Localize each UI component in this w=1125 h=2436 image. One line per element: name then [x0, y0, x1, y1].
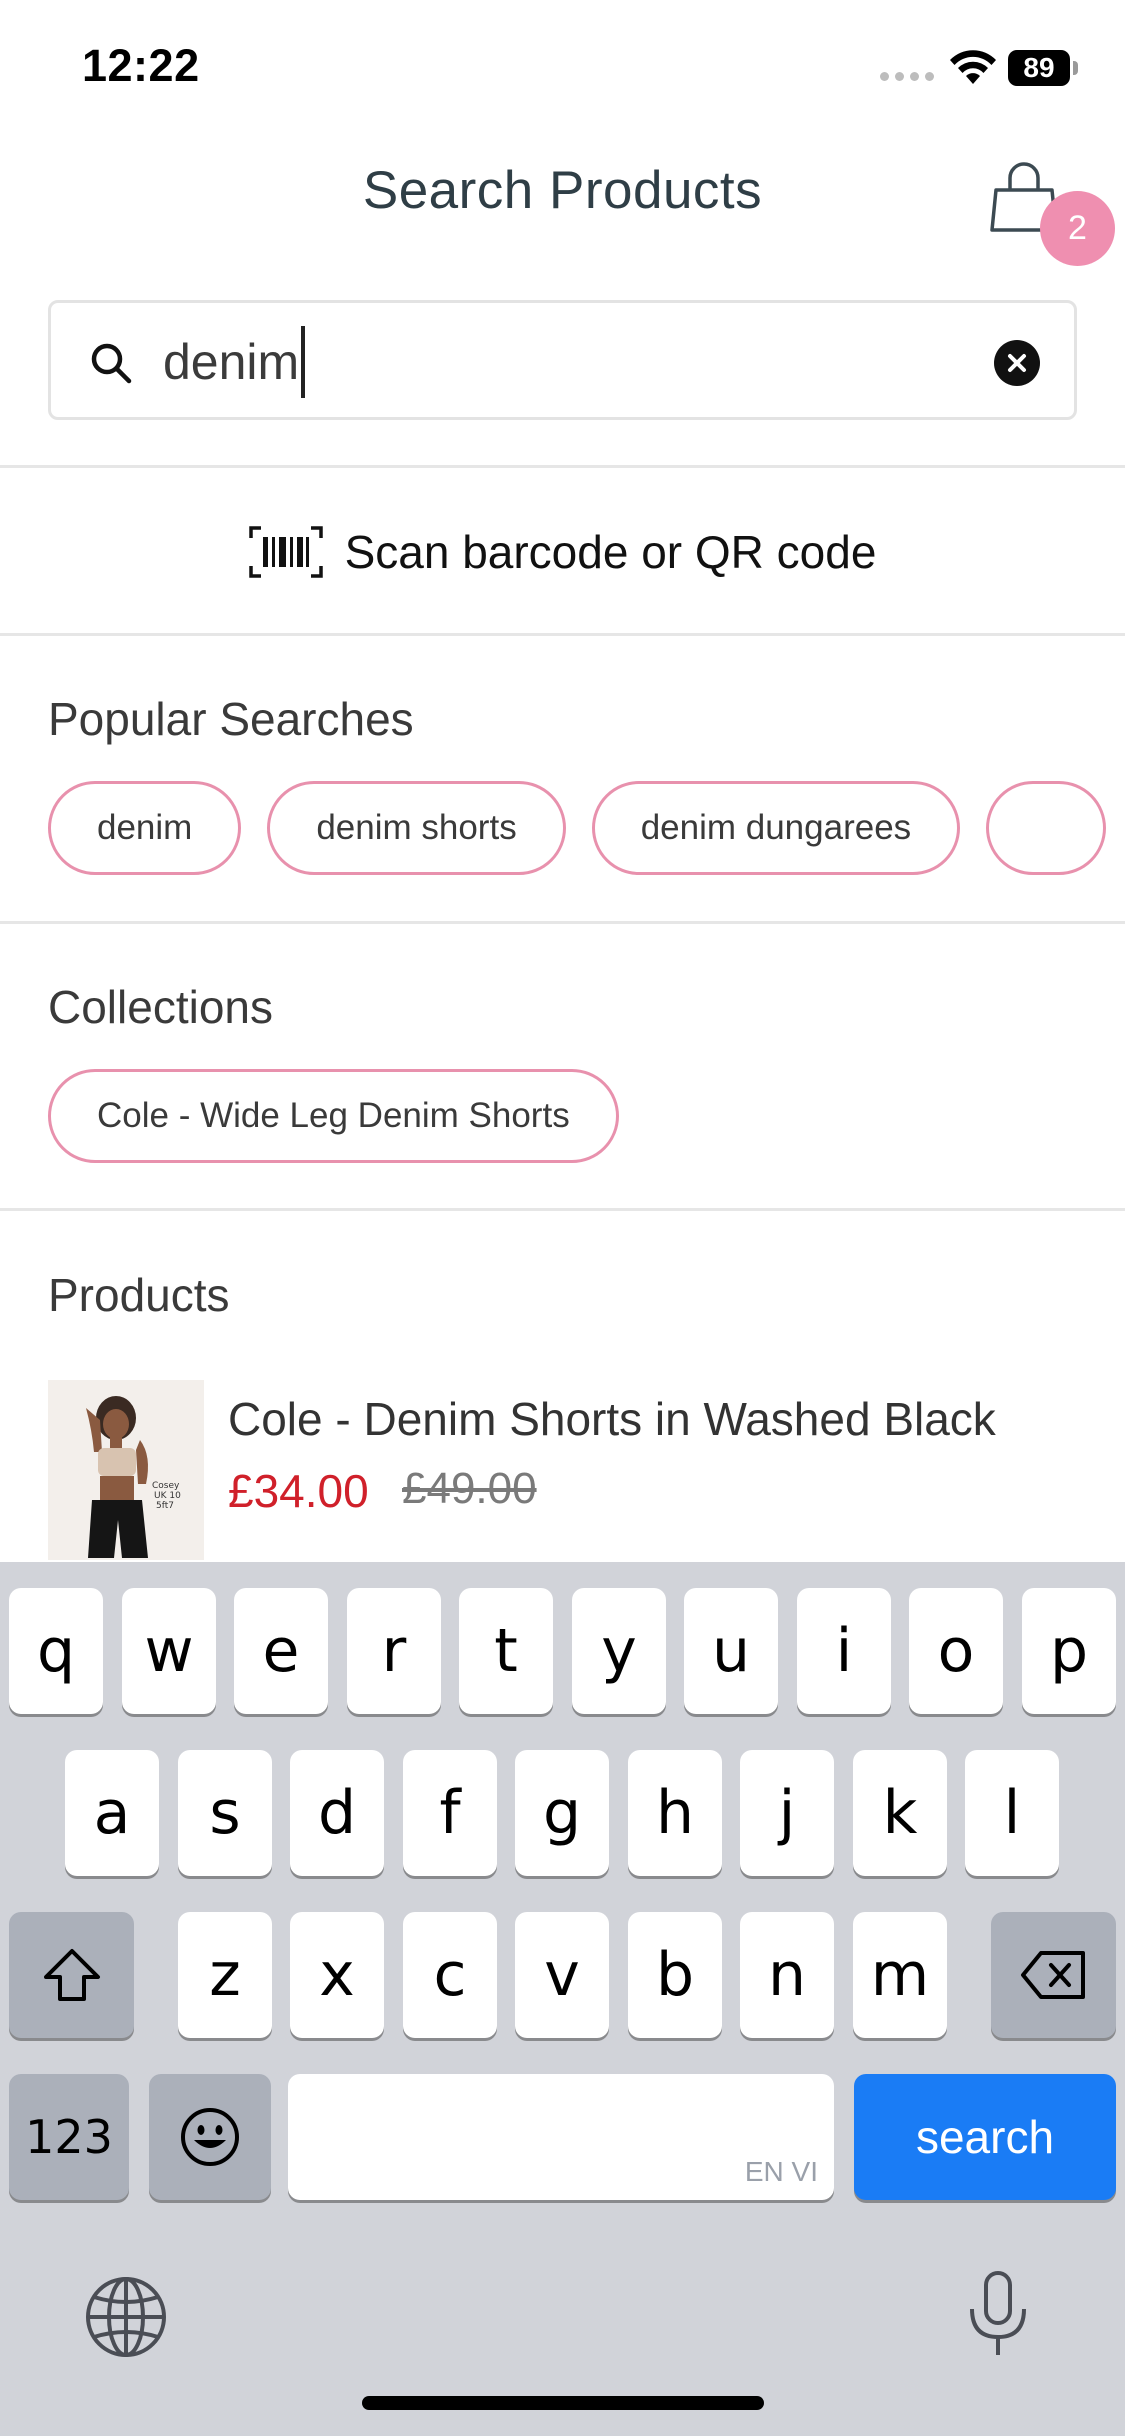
search-input-value: denim — [163, 334, 300, 390]
scan-barcode-button[interactable]: Scan barcode or QR code — [0, 468, 1125, 636]
key-o[interactable]: o — [909, 1588, 1003, 1714]
barcode-icon — [248, 526, 323, 578]
key-j[interactable]: j — [740, 1750, 834, 1876]
shift-icon — [43, 1949, 100, 2001]
popular-search-chip[interactable]: denim — [48, 781, 242, 875]
wifi-icon — [950, 50, 996, 84]
divider — [0, 633, 1125, 636]
search-icon — [91, 343, 132, 384]
key-s[interactable]: s — [178, 1750, 272, 1876]
divider — [0, 921, 1125, 924]
key-w[interactable]: w — [122, 1588, 216, 1714]
key-u[interactable]: u — [684, 1588, 778, 1714]
popular-search-chip-partial[interactable] — [986, 781, 1107, 875]
popular-searches-title: Popular Searches — [48, 693, 414, 745]
key-f[interactable]: f — [403, 1750, 497, 1876]
home-indicator — [362, 2396, 764, 2410]
key-d[interactable]: d — [290, 1750, 384, 1876]
popular-search-chip[interactable]: denim shorts — [267, 781, 566, 875]
key-m[interactable]: m — [853, 1912, 947, 2038]
key-q[interactable]: q — [9, 1588, 103, 1714]
close-icon — [1008, 354, 1026, 372]
popular-searches-list: denim denim shorts denim dungarees — [48, 781, 1107, 875]
numbers-key[interactable]: 123 — [9, 2074, 129, 2200]
keyboard-language-label: EN VI — [744, 2156, 818, 2187]
key-c[interactable]: c — [403, 1912, 497, 2038]
battery-icon — [1073, 61, 1078, 75]
cart-button[interactable]: 2 — [990, 160, 1115, 275]
divider — [0, 1208, 1125, 1211]
collection-chip[interactable]: Cole - Wide Leg Denim Shorts — [48, 1069, 619, 1163]
microphone-icon[interactable] — [966, 2269, 1030, 2361]
key-g[interactable]: g — [515, 1750, 609, 1876]
cart-count-badge: 2 — [1040, 191, 1115, 266]
product-name: Cole - Denim Shorts in Washed Black — [228, 1393, 996, 1445]
key-r[interactable]: r — [347, 1588, 441, 1714]
key-v[interactable]: v — [515, 1912, 609, 2038]
key-z[interactable]: z — [178, 1912, 272, 2038]
product-thumbnail: Cosey UK 10 5ft7 — [48, 1380, 204, 1560]
key-i[interactable]: i — [797, 1588, 891, 1714]
collections-title: Collections — [48, 981, 273, 1033]
space-key[interactable]: EN VI — [288, 2074, 834, 2200]
key-k[interactable]: k — [853, 1750, 947, 1876]
keyboard: q w e r t y u i o p a s d f g h j k l z … — [0, 1562, 1125, 2436]
scan-label: Scan barcode or QR code — [344, 526, 877, 578]
battery-level: 89 — [1008, 50, 1070, 86]
svg-text:Cosey: Cosey — [152, 1481, 180, 1491]
product-sale-price: £34.00 — [228, 1465, 369, 1517]
key-y[interactable]: y — [572, 1588, 666, 1714]
key-a[interactable]: a — [65, 1750, 159, 1876]
products-title: Products — [48, 1269, 230, 1321]
search-field[interactable]: denim — [48, 300, 1077, 420]
key-x[interactable]: x — [290, 1912, 384, 2038]
key-n[interactable]: n — [740, 1912, 834, 2038]
cellular-signal-icon — [880, 72, 934, 81]
svg-text:5ft7: 5ft7 — [156, 1501, 174, 1511]
search-input[interactable]: denim — [163, 325, 306, 399]
text-caret — [301, 326, 306, 398]
svg-text:UK 10: UK 10 — [154, 1491, 181, 1501]
backspace-icon — [1020, 1951, 1085, 1999]
globe-icon[interactable] — [84, 2275, 168, 2359]
status-bar: 12:22 89 — [0, 0, 1125, 130]
shift-key[interactable] — [9, 1912, 134, 2038]
page-title: Search Products — [362, 161, 763, 220]
key-p[interactable]: p — [1022, 1588, 1116, 1714]
search-key[interactable]: search — [854, 2074, 1116, 2200]
emoji-icon — [181, 2108, 239, 2166]
key-t[interactable]: t — [459, 1588, 553, 1714]
key-l[interactable]: l — [965, 1750, 1059, 1876]
clear-search-button[interactable] — [994, 340, 1040, 386]
product-item[interactable]: Cosey UK 10 5ft7 Cole - Denim Shorts in … — [48, 1380, 1125, 1560]
product-original-price: £49.00 — [402, 1464, 537, 1513]
key-e[interactable]: e — [234, 1588, 328, 1714]
key-b[interactable]: b — [628, 1912, 722, 2038]
emoji-key[interactable] — [149, 2074, 271, 2200]
delete-key[interactable] — [991, 1912, 1116, 2038]
status-time: 12:22 — [82, 40, 200, 91]
key-h[interactable]: h — [628, 1750, 722, 1876]
collections-list: Cole - Wide Leg Denim Shorts — [48, 1069, 619, 1163]
popular-search-chip[interactable]: denim dungarees — [591, 781, 961, 875]
